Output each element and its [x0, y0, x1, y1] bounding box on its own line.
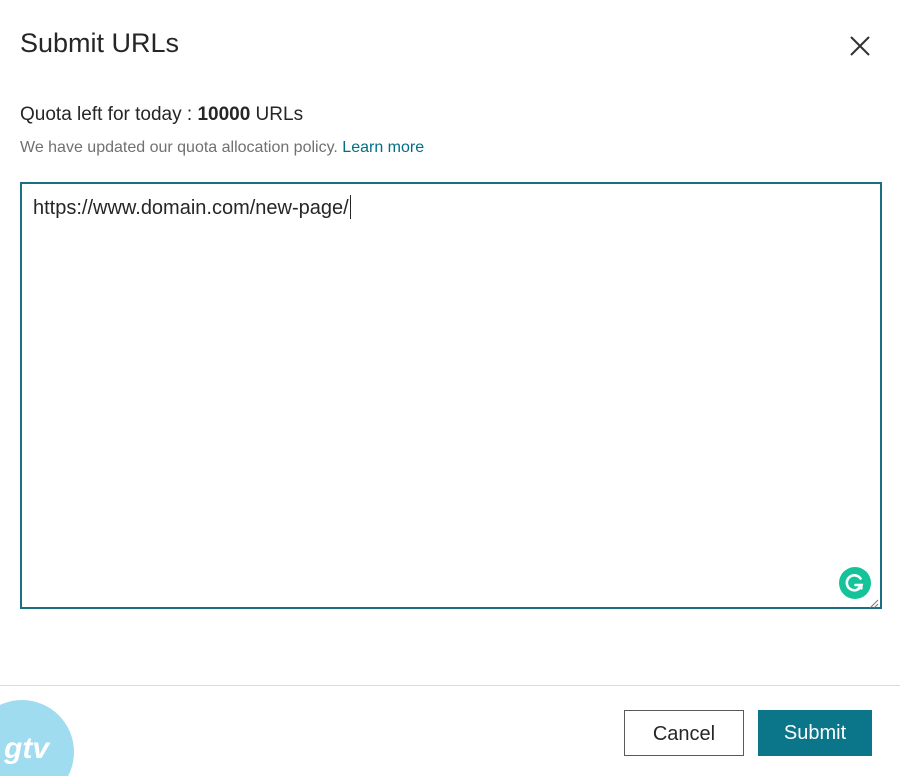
- grammarly-g-glyph: [845, 573, 864, 592]
- url-value: https://www.domain.com/new-page/: [33, 197, 349, 219]
- grammarly-icon[interactable]: [839, 567, 871, 599]
- close-icon: [850, 36, 870, 56]
- quota-value: 10000: [197, 104, 251, 125]
- quota-suffix: URLs: [250, 104, 304, 125]
- footer-divider: [0, 685, 900, 686]
- url-input-text: https://www.domain.com/new-page/: [33, 194, 351, 222]
- gtv-logo: gtv: [0, 700, 74, 776]
- policy-text: We have updated our quota allocation pol…: [20, 139, 343, 156]
- url-textarea[interactable]: https://www.domain.com/new-page/: [20, 182, 882, 609]
- quota-prefix: Quota left for today :: [20, 104, 198, 125]
- svg-text:gtv: gtv: [3, 732, 51, 765]
- resize-handle-icon[interactable]: [869, 596, 879, 609]
- policy-note: We have updated our quota allocation pol…: [20, 137, 424, 159]
- learn-more-link[interactable]: Learn more: [342, 139, 424, 156]
- close-button[interactable]: [846, 32, 874, 60]
- quota-info: Quota left for today : 10000 URLs: [20, 102, 303, 128]
- dialog-title: Submit URLs: [20, 28, 180, 58]
- submit-urls-dialog: Submit URLs Quota left for today : 10000…: [0, 0, 900, 776]
- gtv-logo-mark: gtv: [3, 732, 51, 765]
- text-caret: [349, 195, 351, 219]
- cancel-button[interactable]: Cancel: [624, 710, 744, 756]
- submit-button[interactable]: Submit: [758, 710, 872, 756]
